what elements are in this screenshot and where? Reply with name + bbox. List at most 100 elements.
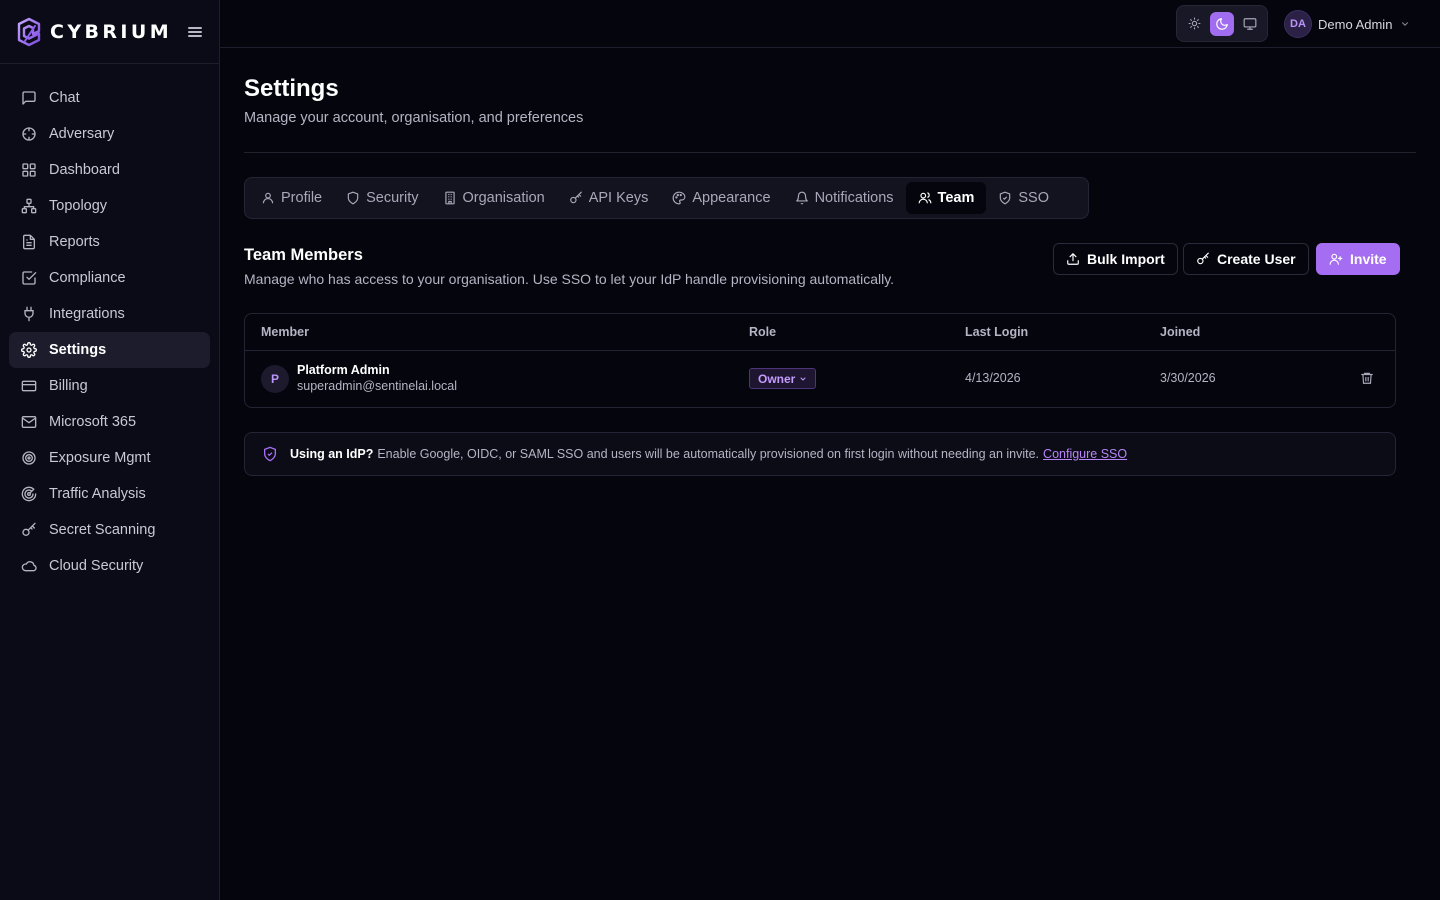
button-label: Bulk Import bbox=[1087, 251, 1165, 267]
sidebar-item-label: Dashboard bbox=[49, 162, 120, 178]
member-joined: 3/30/2026 bbox=[1160, 371, 1216, 385]
team-members-title: Team Members bbox=[244, 246, 363, 264]
sidebar-item-dashboard[interactable]: Dashboard bbox=[9, 152, 210, 188]
sidebar-item-label: Topology bbox=[49, 198, 108, 214]
layout-grid-icon bbox=[22, 163, 36, 177]
sidebar-item-secret-scanning[interactable]: Secret Scanning bbox=[9, 512, 210, 548]
tab-security[interactable]: Security bbox=[334, 182, 430, 214]
role-select[interactable]: Owner bbox=[749, 368, 817, 389]
member-avatar: P bbox=[261, 365, 289, 393]
cybrium-logo-icon bbox=[17, 17, 41, 46]
page-subtitle: Manage your account, organisation, and p… bbox=[244, 110, 584, 126]
sidebar-item-reports[interactable]: Reports bbox=[9, 224, 210, 260]
crosshair-icon bbox=[22, 127, 36, 141]
tab-label: Organisation bbox=[462, 190, 545, 206]
top-bar: DA Demo Admin bbox=[220, 0, 1440, 48]
sidebar: CYBRIUM Chat Adversary Dashboard Topolog… bbox=[0, 0, 220, 900]
role-value: Owner bbox=[758, 371, 796, 386]
sidebar-collapse-button[interactable] bbox=[188, 25, 202, 39]
tab-label: Profile bbox=[281, 190, 323, 206]
sidebar-item-settings[interactable]: Settings bbox=[9, 332, 210, 368]
trash-icon bbox=[1361, 372, 1373, 384]
sidebar-item-label: Chat bbox=[49, 90, 80, 106]
shield-check-icon bbox=[264, 446, 276, 462]
team-members-subtitle: Manage who has access to your organisati… bbox=[244, 271, 895, 287]
bell-icon bbox=[795, 191, 808, 205]
member-name: Platform Admin bbox=[297, 363, 390, 377]
sidebar-item-microsoft-365[interactable]: Microsoft 365 bbox=[9, 404, 210, 440]
page-title: Settings bbox=[244, 75, 339, 102]
tab-label: SSO bbox=[1018, 190, 1049, 206]
table-header: Member Role Last Login Joined bbox=[245, 314, 1395, 351]
upload-icon bbox=[1067, 253, 1079, 265]
delete-member-button[interactable] bbox=[1360, 371, 1374, 385]
check-square-icon bbox=[22, 271, 37, 285]
user-menu[interactable]: DA Demo Admin bbox=[1284, 10, 1410, 38]
team-members-table: Member Role Last Login Joined P Platform… bbox=[244, 313, 1396, 408]
shield-icon bbox=[347, 191, 359, 205]
tab-team[interactable]: Team bbox=[905, 182, 987, 214]
sidebar-item-label: Billing bbox=[49, 378, 88, 394]
palette-icon bbox=[672, 191, 686, 205]
theme-dark-button[interactable] bbox=[1210, 11, 1234, 36]
bulk-import-button[interactable]: Bulk Import bbox=[1053, 243, 1178, 275]
sidebar-item-compliance[interactable]: Compliance bbox=[9, 260, 210, 296]
sidebar-item-adversary[interactable]: Adversary bbox=[9, 116, 210, 152]
sidebar-item-cloud-security[interactable]: Cloud Security bbox=[9, 548, 210, 584]
tab-sso[interactable]: SSO bbox=[986, 182, 1061, 214]
table-row: P Platform Admin superadmin@sentinelai.l… bbox=[245, 351, 1395, 407]
button-label: Create User bbox=[1217, 251, 1296, 267]
tab-notifications[interactable]: Notifications bbox=[783, 182, 906, 214]
tab-label: Notifications bbox=[814, 190, 894, 206]
user-name: Demo Admin bbox=[1318, 16, 1393, 32]
file-text-icon bbox=[23, 234, 35, 250]
column-header-joined: Joined bbox=[1160, 325, 1201, 339]
cloud-icon bbox=[21, 561, 37, 572]
credit-card-icon bbox=[21, 380, 37, 392]
tab-organisation[interactable]: Organisation bbox=[431, 182, 557, 214]
tab-label: Team bbox=[937, 190, 975, 206]
user-plus-icon bbox=[1329, 253, 1343, 265]
member-email: superadmin@sentinelai.local bbox=[297, 379, 457, 393]
sidebar-item-chat[interactable]: Chat bbox=[9, 80, 210, 116]
configure-sso-link[interactable]: Configure SSO bbox=[1043, 447, 1127, 461]
sun-icon bbox=[1188, 17, 1200, 30]
tab-appearance[interactable]: Appearance bbox=[660, 182, 782, 214]
tab-label: Security bbox=[366, 190, 419, 206]
invite-button[interactable]: Invite bbox=[1316, 243, 1400, 275]
sidebar-item-traffic-analysis[interactable]: Traffic Analysis bbox=[9, 476, 210, 512]
column-header-member: Member bbox=[261, 325, 309, 339]
sidebar-item-exposure-mgmt[interactable]: Exposure Mgmt bbox=[9, 440, 210, 476]
create-user-button[interactable]: Create User bbox=[1183, 243, 1309, 275]
settings-tabs: Profile Security Organisation API Keys A… bbox=[244, 177, 1089, 219]
shield-check-icon bbox=[1000, 191, 1011, 205]
sidebar-item-label: Exposure Mgmt bbox=[49, 450, 151, 466]
users-icon bbox=[918, 192, 931, 204]
chevron-down-icon bbox=[800, 377, 806, 380]
plug-icon bbox=[24, 306, 34, 322]
key-icon bbox=[569, 191, 582, 204]
button-label: Invite bbox=[1350, 251, 1387, 267]
sidebar-item-label: Microsoft 365 bbox=[49, 414, 137, 430]
key-icon bbox=[22, 522, 36, 536]
tab-api-keys[interactable]: API Keys bbox=[557, 182, 661, 214]
sidebar-item-billing[interactable]: Billing bbox=[9, 368, 210, 404]
tab-profile[interactable]: Profile bbox=[249, 182, 334, 214]
sidebar-item-label: Secret Scanning bbox=[49, 522, 156, 538]
column-header-last-login: Last Login bbox=[965, 325, 1029, 339]
sso-notice: Using an IdP? Enable Google, OIDC, or SA… bbox=[244, 432, 1396, 476]
target-icon bbox=[22, 451, 36, 465]
radar-icon bbox=[21, 486, 37, 502]
app-name: CYBRIUM bbox=[50, 20, 173, 43]
sidebar-item-topology[interactable]: Topology bbox=[9, 188, 210, 224]
monitor-icon bbox=[1243, 17, 1257, 30]
network-icon bbox=[21, 198, 37, 214]
theme-system-button[interactable] bbox=[1238, 12, 1262, 36]
notice-heading: Using an IdP? bbox=[290, 447, 374, 461]
sidebar-item-integrations[interactable]: Integrations bbox=[9, 296, 210, 332]
sidebar-item-label: Cloud Security bbox=[49, 558, 144, 574]
message-square-icon bbox=[22, 91, 36, 105]
tab-label: Appearance bbox=[692, 190, 771, 206]
theme-light-button[interactable] bbox=[1182, 12, 1206, 36]
member-last-login: 4/13/2026 bbox=[965, 371, 1021, 385]
